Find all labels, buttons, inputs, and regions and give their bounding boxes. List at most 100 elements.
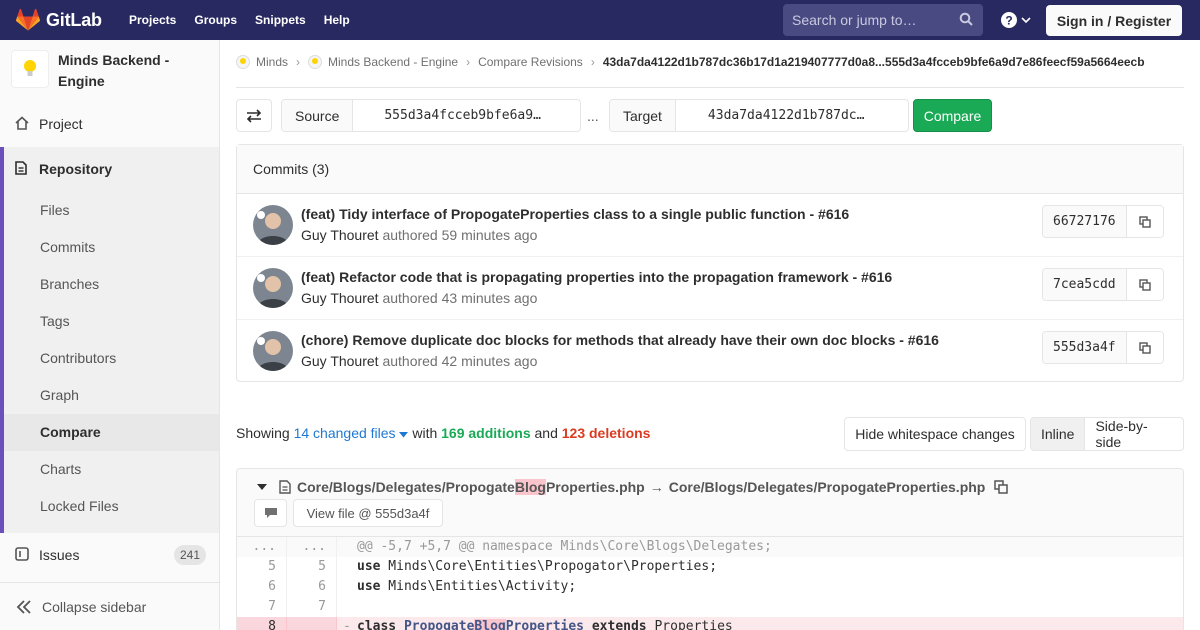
source-dropdown[interactable]: 555d3a4fcceb9bfe6a9… (353, 100, 553, 131)
project-header[interactable]: Minds Backend - Engine (11, 50, 198, 92)
commit-time: 42 minutes ago (441, 353, 538, 369)
authored-label: authored (382, 353, 438, 369)
diff-hunk-line: ... ... @@ -5,7 +5,7 @@ namespace Minds\… (237, 537, 1183, 557)
commit-title[interactable]: (feat) Tidy interface of PropogateProper… (301, 206, 849, 222)
double-chevron-left-icon (16, 599, 31, 614)
hide-whitespace-button[interactable]: Hide whitespace changes (844, 417, 1026, 451)
commit-row: (chore) Remove duplicate doc blocks for … (237, 320, 1183, 383)
collapse-sidebar-button[interactable]: Collapse sidebar (0, 582, 219, 630)
sidebar-sub-compare[interactable]: Compare (40, 424, 101, 440)
commit-author[interactable]: Guy Thouret (301, 227, 379, 243)
copy-sha-button[interactable] (1126, 269, 1163, 300)
document-icon (15, 161, 27, 175)
copy-icon[interactable] (994, 480, 1009, 494)
copy-icon (1138, 278, 1151, 291)
svg-text:?: ? (1005, 14, 1012, 28)
line-number-new[interactable]: 7 (287, 597, 337, 617)
sidebar-sub-files[interactable]: Files (40, 202, 70, 218)
search-icon (959, 12, 973, 26)
sidebar-item-project[interactable]: Project (0, 105, 219, 142)
inline-view-button[interactable]: Inline (1031, 418, 1086, 450)
commit-author[interactable]: Guy Thouret (301, 290, 379, 306)
diff-summary: Showing 14 changed files with 169 additi… (236, 425, 650, 441)
home-icon (15, 116, 29, 130)
breadcrumb-current[interactable]: 43da7da4122d1b787dc36b17d1a219407777d0a8… (603, 55, 1145, 69)
swap-revisions-button[interactable] (236, 99, 272, 132)
sidebar-sub-graph[interactable]: Graph (40, 387, 79, 403)
new-file-path[interactable]: Core/Blogs/Delegates/PropogateProperties… (669, 479, 986, 495)
diff-line: 6 6 use Minds\Entities\Activity; (237, 577, 1183, 597)
sidebar-sub-commits[interactable]: Commits (40, 239, 95, 255)
search-input[interactable]: Search or jump to… (783, 4, 983, 36)
author-avatar[interactable] (253, 205, 293, 245)
commit-author[interactable]: Guy Thouret (301, 353, 379, 369)
diff-file-header: Core/Blogs/Delegates/PropogateBlogProper… (237, 469, 1183, 537)
comment-icon (264, 508, 277, 518)
author-avatar[interactable] (253, 268, 293, 308)
commit-title[interactable]: (chore) Remove duplicate doc blocks for … (301, 332, 939, 348)
copy-sha-button[interactable] (1126, 332, 1163, 363)
line-number-old[interactable]: 6 (237, 577, 287, 597)
nav-groups[interactable]: Groups (194, 13, 237, 27)
nav-help[interactable]: Help (324, 13, 350, 27)
commit-sha[interactable]: 555d3a4f (1043, 332, 1127, 363)
help-dropdown[interactable]: ? (1001, 12, 1031, 28)
rename-arrow: → (649, 479, 664, 495)
source-label: Source (282, 100, 354, 131)
target-dropdown[interactable]: 43da7da4122d1b787dc… (676, 100, 877, 131)
compare-button[interactable]: Compare (913, 99, 992, 132)
breadcrumb-item[interactable]: Compare Revisions (478, 55, 583, 69)
sidebar-item-label: Project (39, 115, 83, 132)
sidebar-sub-locked-files[interactable]: Locked Files (40, 498, 119, 514)
old-file-path[interactable]: Core/Blogs/Delegates/PropogateBlogProper… (297, 479, 645, 495)
repository-section (0, 147, 219, 533)
nav-snippets[interactable]: Snippets (255, 13, 306, 27)
sidebar-item-repository[interactable]: Repository (0, 150, 219, 187)
sidebar-sub-contributors[interactable]: Contributors (40, 350, 116, 366)
side-by-side-button[interactable]: Side-by-side (1085, 418, 1183, 450)
breadcrumb-item[interactable]: Minds (256, 55, 288, 69)
sidebar-sub-charts[interactable]: Charts (40, 461, 81, 477)
line-number-new[interactable]: 5 (287, 557, 337, 577)
changed-files-dropdown[interactable]: 14 changed files (294, 425, 409, 441)
project-avatar-icon (308, 55, 323, 69)
commits-header: Commits (3) (237, 145, 1183, 194)
breadcrumb-item[interactable]: Minds Backend - Engine (328, 55, 458, 69)
line-number-new: ... (287, 537, 337, 557)
additions-count: 169 additions (441, 425, 531, 441)
author-avatar[interactable] (253, 331, 293, 371)
commit-title[interactable]: (feat) Refactor code that is propagating… (301, 269, 892, 285)
nav-projects[interactable]: Projects (129, 13, 176, 27)
code-text: use Minds\Core\Entities\Propogator\Prope… (357, 559, 718, 574)
sign-in-button[interactable]: Sign in / Register (1046, 5, 1182, 36)
caret-down-icon[interactable] (257, 483, 267, 491)
sidebar: Minds Backend - Engine Project Repositor… (0, 40, 220, 630)
breadcrumb-separator: › (296, 55, 301, 69)
copy-sha-button[interactable] (1126, 206, 1163, 237)
commit-sha-group: 7cea5cdd (1042, 268, 1164, 301)
compare-active-bg (4, 414, 219, 451)
line-number-new[interactable] (287, 617, 337, 630)
line-number-old[interactable]: 5 (237, 557, 287, 577)
commit-sha[interactable]: 66727176 (1043, 206, 1127, 237)
gitlab-logo[interactable]: GitLab (16, 9, 104, 31)
file-icon (279, 480, 291, 494)
commit-meta: Guy Thouret authored 59 minutes ago (301, 227, 537, 243)
diff-file: Core/Blogs/Delegates/PropogateBlogProper… (236, 468, 1184, 630)
target-revision[interactable]: Target 43da7da4122d1b787dc… (609, 99, 909, 132)
line-number-old[interactable]: 8 (237, 617, 287, 630)
line-number-old[interactable]: 7 (237, 597, 287, 617)
sidebar-sub-branches[interactable]: Branches (40, 276, 99, 292)
view-file-button[interactable]: View file @ 555d3a4f (293, 499, 443, 527)
comment-toggle-button[interactable] (254, 499, 287, 527)
commit-sha-group: 555d3a4f (1042, 331, 1164, 364)
changed-files-label: 14 changed files (293, 425, 396, 441)
hunk-header: @@ -5,7 +5,7 @@ namespace Minds\Core\Blo… (357, 539, 772, 554)
diff-sign: - (343, 619, 351, 630)
commit-sha[interactable]: 7cea5cdd (1043, 269, 1127, 300)
source-revision[interactable]: Source 555d3a4fcceb9bfe6a9… (281, 99, 581, 132)
diff-line: 7 7 (237, 597, 1183, 617)
commit-time: 43 minutes ago (441, 290, 538, 306)
sidebar-sub-tags[interactable]: Tags (40, 313, 70, 329)
line-number-new[interactable]: 6 (287, 577, 337, 597)
